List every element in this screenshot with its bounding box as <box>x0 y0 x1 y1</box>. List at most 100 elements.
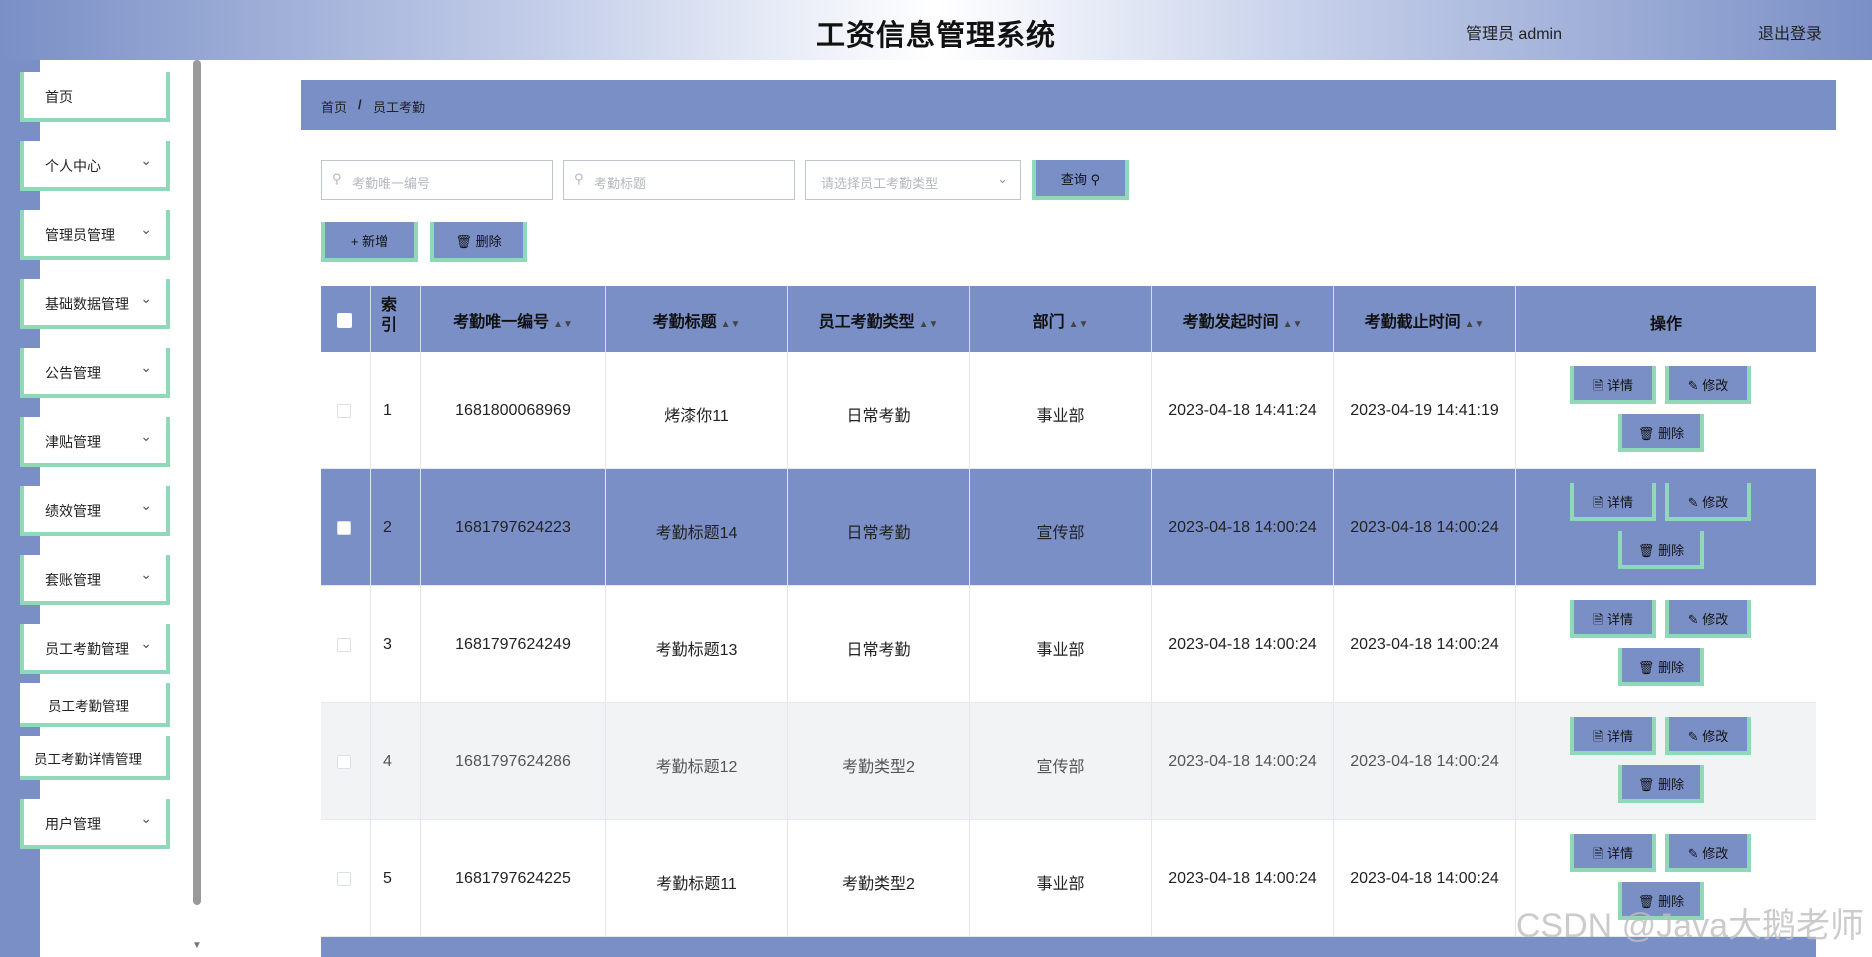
attendance-type-select[interactable]: 请选择员工考勤类型 ⌄ <box>805 160 1021 200</box>
sidebar-subitem-attendance-detail[interactable]: 员工考勤详情管理 <box>20 736 170 780</box>
row-checkbox[interactable] <box>337 638 351 652</box>
row-end: 2023-04-18 14:00:24 <box>1350 753 1499 770</box>
row-checkbox[interactable] <box>337 521 351 535</box>
edit-button[interactable]: ✎ 修改 <box>1665 600 1751 638</box>
trash-icon: 🗑 <box>1637 543 1655 558</box>
attendance-id-input[interactable]: ⚲ 考勤唯一编号 <box>321 160 553 200</box>
plus-icon: + <box>350 234 359 249</box>
sidebar-item-notices[interactable]: 公告管理 ⌄ <box>20 348 170 398</box>
sidebar-item-users[interactable]: 用户管理 ⌄ <box>20 799 170 849</box>
delete-button[interactable]: 🗑 删除 <box>1618 765 1704 803</box>
sort-icon[interactable]: ▲▼ <box>1069 319 1089 330</box>
detail-button[interactable]: 🗎 详情 <box>1570 717 1656 755</box>
col-code[interactable]: 考勤唯一编号 ▲▼ <box>421 286 606 352</box>
placeholder: 考勤唯一编号 <box>352 176 431 191</box>
detail-button[interactable]: 🗎 详情 <box>1570 600 1656 638</box>
sidebar-item-base-data[interactable]: 基础数据管理 ⌄ <box>20 279 170 329</box>
row-checkbox[interactable] <box>337 872 351 886</box>
row-index: 5 <box>383 870 392 887</box>
sort-icon[interactable]: ▲▼ <box>1465 319 1485 330</box>
row-select-cell <box>321 469 371 586</box>
document-icon: 🗎 <box>1592 729 1604 744</box>
row-end-cell: 2023-04-18 14:00:24 <box>1334 703 1516 820</box>
sidebar-item-label: 员工考勤管理 <box>45 641 129 657</box>
row-title-cell: 考勤标题13 <box>606 586 788 703</box>
row-dept-cell: 宣传部 <box>970 469 1152 586</box>
delete-button[interactable]: 🗑 删除 <box>1618 414 1704 452</box>
sidebar-item-allowance[interactable]: 津贴管理 ⌄ <box>20 417 170 467</box>
sidebar-item-admins[interactable]: 管理员管理 ⌄ <box>20 210 170 260</box>
sidebar-item-performance[interactable]: 绩效管理 ⌄ <box>20 486 170 536</box>
search-icon: ⚲ <box>332 171 342 186</box>
row-code: 1681797624249 <box>455 636 571 653</box>
sidebar-subitem-attendance[interactable]: 员工考勤管理 <box>20 683 170 727</box>
row-dept: 事业部 <box>1036 876 1085 893</box>
detail-label: 详情 <box>1607 495 1634 510</box>
edit-button[interactable]: ✎ 修改 <box>1665 366 1751 404</box>
sidebar-item-label: 个人中心 <box>45 158 101 174</box>
detail-button[interactable]: 🗎 详情 <box>1570 834 1656 872</box>
chevron-down-icon: ⌄ <box>997 171 1008 186</box>
delete-label: 删除 <box>475 234 502 249</box>
col-dept[interactable]: 部门 ▲▼ <box>970 286 1152 352</box>
row-title-cell: 考勤标题14 <box>606 469 788 586</box>
logout-link[interactable]: 退出登录 <box>1758 20 1822 44</box>
row-checkbox[interactable] <box>337 404 351 418</box>
sort-icon[interactable]: ▲▼ <box>1283 319 1303 330</box>
sidebar-item-label: 津贴管理 <box>45 434 101 450</box>
edit-button[interactable]: ✎ 修改 <box>1665 834 1751 872</box>
row-start-cell: 2023-04-18 14:00:24 <box>1152 586 1334 703</box>
detail-button[interactable]: 🗎 详情 <box>1570 366 1656 404</box>
col-title[interactable]: 考勤标题 ▲▼ <box>606 286 788 352</box>
delete-button[interactable]: 🗑 删除 <box>1618 648 1704 686</box>
row-actions-cell: 🗎 详情 ✎ 修改 🗑 删除 <box>1516 586 1816 703</box>
sidebar-item-attendance[interactable]: 员工考勤管理 ⌄ <box>20 624 170 674</box>
delete-button[interactable]: 🗑 删除 <box>1618 531 1704 569</box>
attendance-title-input[interactable]: ⚲ 考勤标题 <box>563 160 795 200</box>
col-start-time[interactable]: 考勤发起时间 ▲▼ <box>1152 286 1334 352</box>
detail-button[interactable]: 🗎 详情 <box>1570 483 1656 521</box>
sidebar-item-profile[interactable]: 个人中心 ⌄ <box>20 141 170 191</box>
edit-label: 修改 <box>1702 495 1729 510</box>
query-button[interactable]: 查询 ⚲ <box>1032 160 1129 200</box>
row-dept-cell: 事业部 <box>970 352 1152 469</box>
edit-button[interactable]: ✎ 修改 <box>1665 717 1751 755</box>
row-checkbox[interactable] <box>337 755 351 769</box>
edit-button[interactable]: ✎ 修改 <box>1665 483 1751 521</box>
col-type[interactable]: 员工考勤类型 ▲▼ <box>788 286 970 352</box>
row-end: 2023-04-18 14:00:24 <box>1350 519 1499 536</box>
row-type: 日常考勤 <box>846 408 911 425</box>
delete-label: 删除 <box>1658 426 1685 441</box>
trash-icon: 🗑 <box>1637 660 1655 675</box>
query-label: 查询 <box>1060 172 1087 187</box>
col-end-label: 考勤截止时间 <box>1364 314 1461 331</box>
row-title-cell: 考勤标题11 <box>606 820 788 937</box>
col-actions: 操作 <box>1516 286 1816 352</box>
select-all-checkbox[interactable] <box>337 313 352 328</box>
col-end-time[interactable]: 考勤截止时间 ▲▼ <box>1334 286 1516 352</box>
sidebar-item-label: 用户管理 <box>45 816 101 832</box>
row-actions-cell: 🗎 详情 ✎ 修改 🗑 删除 <box>1516 469 1816 586</box>
row-end-cell: 2023-04-18 14:00:24 <box>1334 820 1516 937</box>
sort-icon[interactable]: ▲▼ <box>919 319 939 330</box>
sidebar-item-home[interactable]: 首页 <box>20 72 170 122</box>
row-code: 1681797624223 <box>455 519 571 536</box>
sidebar-scrollbar-thumb[interactable] <box>193 60 201 905</box>
scroll-down-arrow-icon[interactable]: ▼ <box>192 940 202 951</box>
row-index-cell: 5 <box>371 820 421 937</box>
breadcrumb-home[interactable]: 首页 <box>321 97 347 116</box>
add-button[interactable]: + 新增 <box>321 222 418 262</box>
search-icon: ⚲ <box>574 171 584 186</box>
row-title-cell: 考勤标题12 <box>606 703 788 820</box>
row-code-cell: 1681797624225 <box>421 820 606 937</box>
row-title: 考勤标题12 <box>655 759 738 776</box>
sort-icon[interactable]: ▲▼ <box>553 319 573 330</box>
sort-icon[interactable]: ▲▼ <box>721 319 741 330</box>
row-type: 考勤类型2 <box>842 759 915 776</box>
sidebar-item-label: 基础数据管理 <box>45 296 129 312</box>
sidebar-item-ledger[interactable]: 套账管理 ⌄ <box>20 555 170 605</box>
chevron-down-icon: ⌄ <box>140 497 152 513</box>
batch-delete-button[interactable]: 🗑 删除 <box>430 222 527 262</box>
sidebar-item-label: 公告管理 <box>45 365 101 381</box>
col-title-label: 考勤标题 <box>652 314 717 331</box>
